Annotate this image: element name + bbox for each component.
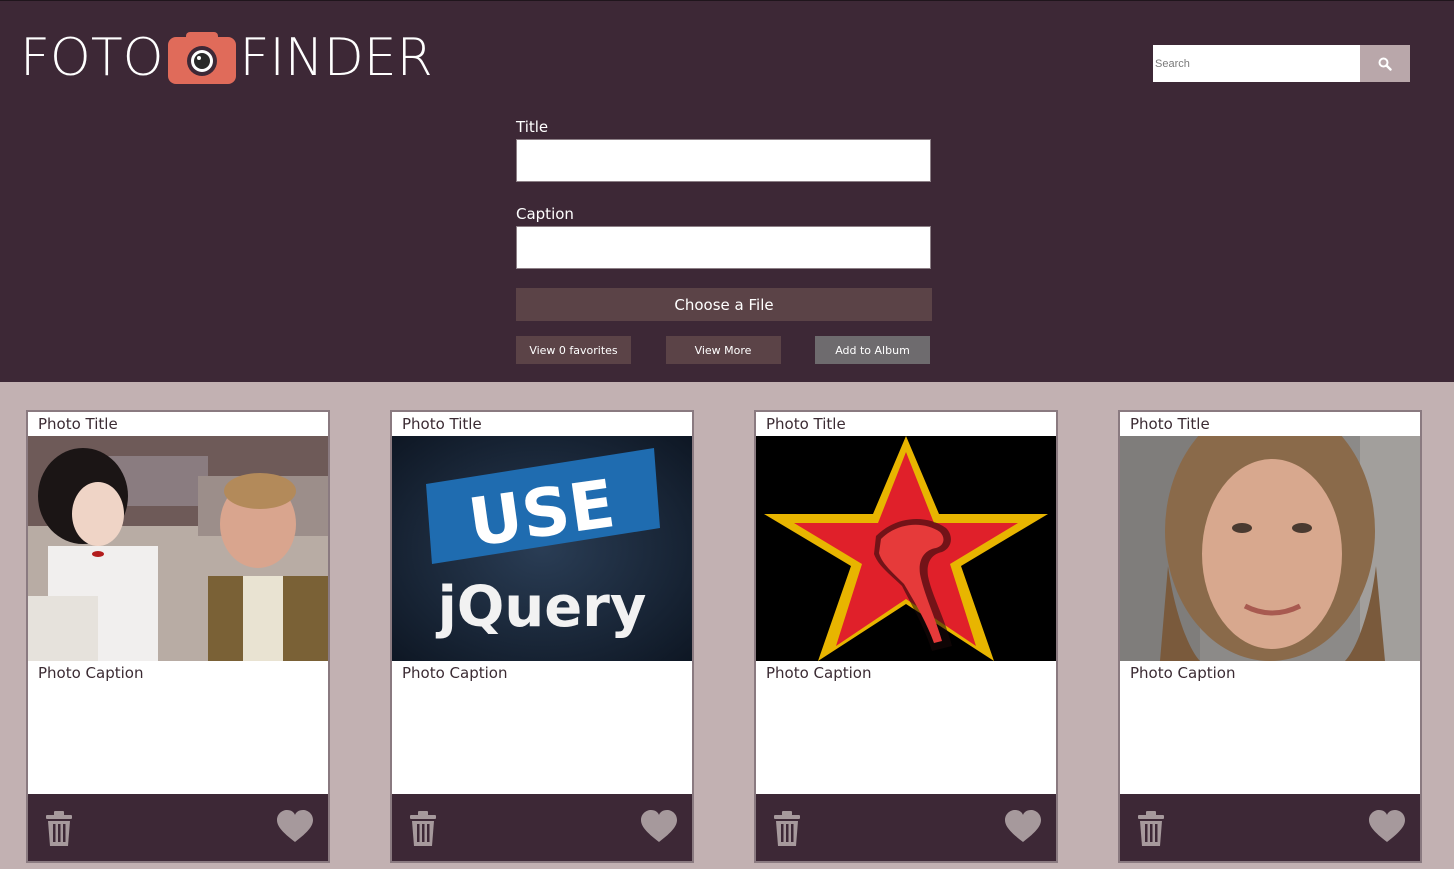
heart-icon[interactable] [276,810,314,844]
photo-caption: Photo Caption [38,664,144,682]
photo-title: Photo Title [402,415,482,433]
view-favorites-button[interactable]: View 0 favorites [516,336,631,364]
choose-file-button[interactable]: Choose a File [516,288,932,321]
camera-icon [166,32,238,84]
photo-card: Photo Title Photo Caption [754,410,1058,863]
caption-input[interactable] [516,226,931,269]
search-button[interactable] [1360,45,1410,82]
photo-caption: Photo Caption [1130,664,1236,682]
photo-two-people-lab [28,436,328,661]
logo-text-foto: FOTO [20,28,164,88]
trash-icon[interactable] [1134,810,1168,848]
jquery-image-text-jquery: jQuery [436,575,647,640]
logo-text-finder: FINDER [239,28,433,88]
photo-woman-portrait [1120,436,1420,661]
card-footer [1120,794,1420,861]
heart-icon[interactable] [1004,810,1042,844]
trash-icon[interactable] [406,810,440,848]
add-to-album-button[interactable]: Add to Album [815,336,930,364]
card-footer [756,794,1056,861]
photo-title: Photo Title [766,415,846,433]
photo-card: Photo Title USE jQuery Photo Caption [390,410,694,863]
title-label: Title [516,118,549,136]
search-icon [1378,57,1392,71]
caption-label: Caption [516,205,574,223]
card-footer [392,794,692,861]
heart-icon[interactable] [640,810,678,844]
photo-title: Photo Title [1130,415,1210,433]
trash-icon[interactable] [42,810,76,848]
upload-form: Title Caption Choose a File View 0 favor… [516,117,932,364]
photo-title: Photo Title [38,415,118,433]
header: FOTO FINDER Title Caption Choose a [0,0,1454,382]
logo: FOTO FINDER [20,28,433,88]
card-footer [28,794,328,861]
title-input[interactable] [516,139,931,182]
photo-card: Photo Title Photo Caption [26,410,330,863]
search-input[interactable] [1153,45,1360,82]
search-bar [1153,45,1410,82]
photo-caption: Photo Caption [402,664,508,682]
photo-red-star-dinosaur [756,436,1056,661]
trash-icon[interactable] [770,810,804,848]
photo-card: Photo Title Photo Caption [1118,410,1422,863]
action-buttons: View 0 favorites View More Add to Album [516,336,930,364]
photo-caption: Photo Caption [766,664,872,682]
photo-use-jquery: USE jQuery [392,436,692,661]
view-more-button[interactable]: View More [665,336,781,364]
heart-icon[interactable] [1368,810,1406,844]
photo-grid: Photo Title Photo Caption Photo Title US… [26,410,1426,865]
